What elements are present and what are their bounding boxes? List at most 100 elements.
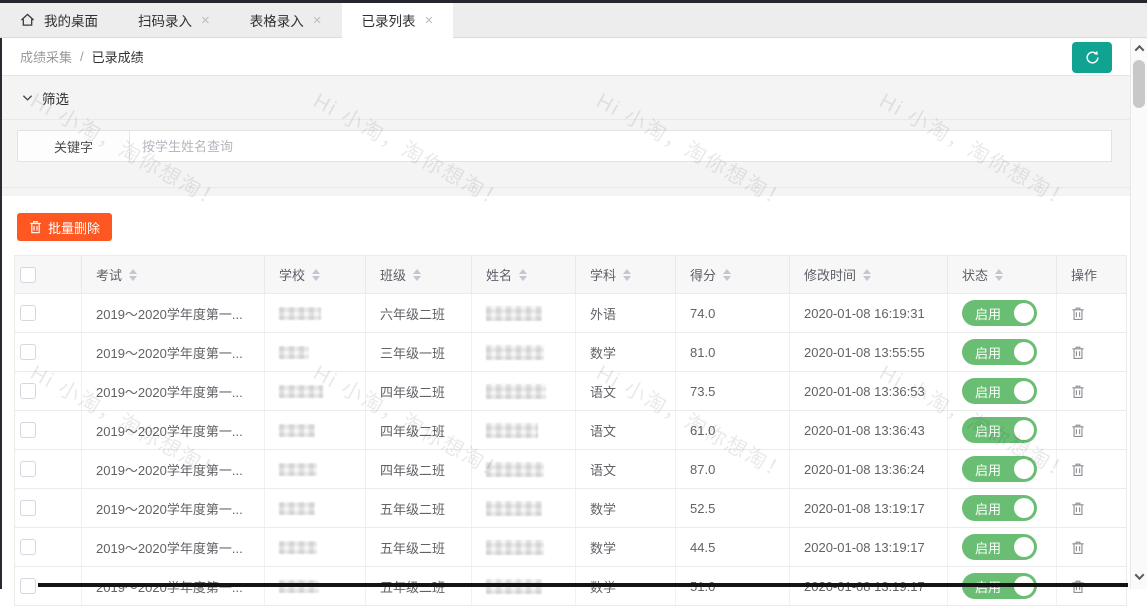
close-icon[interactable]: ×	[313, 13, 322, 28]
column-header[interactable]: 修改时间	[790, 256, 948, 293]
masked-school	[279, 463, 317, 476]
table-row: 2019～2020学年度第一... 四年级二班 语文 73.5 2020-01-…	[15, 372, 1126, 411]
trash-icon	[1071, 462, 1085, 477]
tab-scan-entry[interactable]: 扫码录入 ×	[118, 3, 230, 37]
home-icon	[20, 13, 35, 27]
cell-subject: 数学	[590, 538, 616, 557]
masked-school	[279, 385, 323, 398]
row-checkbox[interactable]	[20, 539, 36, 555]
scrollbar-thumb[interactable]	[1133, 60, 1145, 108]
column-header[interactable]: 得分	[676, 256, 790, 293]
trash-icon	[1071, 501, 1085, 516]
tab-bar: 我的桌面 扫码录入 × 表格录入 × 已录列表 ×	[0, 3, 1147, 38]
sort-icon[interactable]	[995, 269, 1003, 281]
column-label: 考试	[96, 265, 122, 284]
cell-score: 74.0	[690, 306, 715, 321]
scroll-down-arrow[interactable]	[1131, 568, 1147, 585]
cell-exam: 2019～2020学年度第一...	[96, 382, 243, 401]
column-header[interactable]: 学校	[265, 256, 366, 293]
toggle-knob	[1014, 537, 1034, 557]
status-toggle[interactable]: 启用	[962, 534, 1037, 560]
cell-score: 81.0	[690, 345, 715, 360]
delete-row-button[interactable]	[1071, 384, 1085, 399]
sort-icon[interactable]	[863, 269, 871, 281]
sort-icon[interactable]	[723, 269, 731, 281]
column-header[interactable]: 考试	[82, 256, 265, 293]
sort-icon[interactable]	[413, 269, 421, 281]
status-toggle[interactable]: 启用	[962, 456, 1037, 482]
cell-score: 52.5	[690, 501, 715, 516]
delete-row-button[interactable]	[1071, 345, 1085, 360]
delete-row-button[interactable]	[1071, 501, 1085, 516]
status-toggle[interactable]: 启用	[962, 417, 1037, 443]
cell-score: 73.5	[690, 384, 715, 399]
status-label: 启用	[975, 421, 1001, 440]
column-label: 学校	[279, 265, 305, 284]
cell-subject: 数学	[590, 499, 616, 518]
column-header[interactable]: 状态	[948, 256, 1057, 293]
status-label: 启用	[975, 343, 1001, 362]
delete-row-button[interactable]	[1071, 462, 1085, 477]
vertical-scrollbar	[1130, 38, 1147, 589]
cell-exam: 2019～2020学年度第一...	[96, 421, 243, 440]
status-toggle[interactable]: 启用	[962, 495, 1037, 521]
row-checkbox[interactable]	[20, 383, 36, 399]
select-all-checkbox[interactable]	[20, 267, 36, 283]
table-row: 2019～2020学年度第一... 三年级一班 数学 81.0 2020-01-…	[15, 333, 1126, 372]
column-header[interactable]: 操作	[1057, 256, 1126, 293]
scroll-up-arrow[interactable]	[1131, 40, 1147, 57]
cell-modified: 2020-01-08 13:36:53	[804, 384, 925, 399]
status-toggle[interactable]: 启用	[962, 378, 1037, 404]
close-icon[interactable]: ×	[201, 13, 210, 28]
delete-row-button[interactable]	[1071, 540, 1085, 555]
row-checkbox[interactable]	[20, 344, 36, 360]
close-icon[interactable]: ×	[425, 13, 434, 28]
toggle-knob	[1014, 303, 1034, 323]
main-content: 批量删除 考试 学校 班级 姓名 学科 得分 修改时间 状态 操作	[2, 196, 1130, 589]
breadcrumb-parent[interactable]: 成绩采集	[20, 47, 72, 66]
column-header[interactable]: 班级	[366, 256, 472, 293]
sort-icon[interactable]	[519, 269, 527, 281]
row-checkbox[interactable]	[20, 578, 36, 594]
delete-row-button[interactable]	[1071, 423, 1085, 438]
batch-delete-button[interactable]: 批量删除	[17, 213, 112, 241]
cell-class: 四年级二班	[380, 421, 445, 440]
trash-icon	[1071, 306, 1085, 321]
refresh-button[interactable]	[1072, 42, 1112, 73]
sort-icon[interactable]	[312, 269, 320, 281]
filter-collapse-header[interactable]: 筛选	[2, 76, 1130, 120]
tab-label: 扫码录入	[138, 10, 192, 30]
status-toggle[interactable]: 启用	[962, 339, 1037, 365]
scores-table: 考试 学校 班级 姓名 学科 得分 修改时间 状态 操作 2019～2020学年…	[14, 255, 1127, 606]
cell-modified: 2020-01-08 16:19:31	[804, 306, 925, 321]
tab-recorded-list[interactable]: 已录列表 ×	[342, 3, 454, 38]
cell-modified: 2020-01-08 13:36:24	[804, 462, 925, 477]
status-toggle[interactable]: 启用	[962, 300, 1037, 326]
table-row: 2019～2020学年度第一... 五年级二班 数学 52.5 2020-01-…	[15, 489, 1126, 528]
masked-school	[279, 346, 309, 359]
tab-table-entry[interactable]: 表格录入 ×	[230, 3, 342, 37]
chevron-down-icon	[22, 94, 33, 102]
keyword-input[interactable]	[130, 131, 1111, 161]
cell-class: 四年级二班	[380, 460, 445, 479]
row-checkbox[interactable]	[20, 461, 36, 477]
toggle-knob	[1014, 381, 1034, 401]
delete-row-button[interactable]	[1071, 306, 1085, 321]
row-checkbox[interactable]	[20, 422, 36, 438]
column-header[interactable]: 姓名	[472, 256, 576, 293]
sort-icon[interactable]	[129, 269, 137, 281]
column-header[interactable]: 学科	[576, 256, 676, 293]
tab-label: 表格录入	[250, 10, 304, 30]
toggle-knob	[1014, 420, 1034, 440]
cell-modified: 2020-01-08 13:55:55	[804, 345, 925, 360]
cell-modified: 2020-01-08 13:19:17	[804, 501, 925, 516]
tab-my-desktop[interactable]: 我的桌面	[0, 3, 118, 37]
column-label: 修改时间	[804, 265, 856, 284]
trash-icon	[1071, 540, 1085, 555]
status-label: 启用	[975, 499, 1001, 518]
tab-label: 已录列表	[362, 10, 416, 30]
row-checkbox[interactable]	[20, 500, 36, 516]
cell-modified: 2020-01-08 13:36:43	[804, 423, 925, 438]
row-checkbox[interactable]	[20, 305, 36, 321]
sort-icon[interactable]	[623, 269, 631, 281]
